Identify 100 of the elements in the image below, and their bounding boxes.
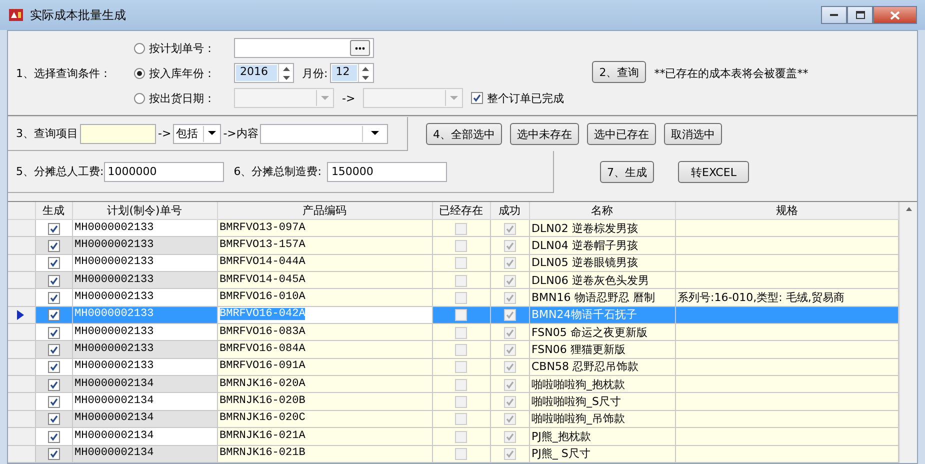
table-cell: BMRFVO16-010A (217, 288, 432, 306)
select-button[interactable]: 选中未存在 (510, 123, 579, 145)
checkbox[interactable] (455, 413, 467, 426)
overhead-cost-field[interactable]: 150000 (327, 162, 448, 182)
checkbox[interactable] (455, 309, 467, 322)
maximize-button[interactable] (847, 6, 873, 24)
checkbox[interactable] (455, 448, 467, 460)
checkbox[interactable] (455, 361, 467, 374)
start-date-dropdown[interactable] (234, 88, 334, 108)
radio-option[interactable]: 按计划单号： (134, 40, 234, 56)
table-cell: 啪啦啪啦狗_S尺寸 (529, 392, 675, 410)
table-cell: BMRNJK16-021A (217, 428, 432, 446)
checkbox[interactable] (48, 396, 60, 408)
checkbox[interactable] (48, 413, 60, 426)
content-dropdown[interactable] (260, 124, 388, 144)
month-spinner[interactable]: 12 (330, 63, 374, 83)
close-icon (890, 10, 900, 20)
checkbox[interactable] (48, 240, 60, 252)
checkbox[interactable] (48, 257, 60, 270)
checkbox[interactable] (504, 344, 516, 356)
table-cell: BMRFVO14-045A (217, 271, 432, 289)
checkbox[interactable] (48, 344, 60, 356)
close-button[interactable] (873, 6, 917, 24)
radio-dot[interactable] (134, 68, 145, 78)
checkbox[interactable] (48, 274, 60, 287)
column-header[interactable]: 计划(制令)单号 (72, 202, 217, 220)
column-header[interactable]: 产品编码 (217, 202, 432, 220)
checkbox[interactable] (504, 240, 516, 252)
checkbox[interactable] (504, 378, 516, 391)
minimize-button[interactable] (821, 6, 847, 24)
app-icon (8, 7, 24, 23)
plan-number-field[interactable] (234, 38, 374, 58)
ellipsis-icon (355, 46, 365, 50)
checkbox[interactable] (504, 413, 516, 426)
table-cell: MH0000002133 (72, 288, 217, 306)
checkbox[interactable] (504, 430, 516, 443)
checkbox[interactable] (504, 257, 516, 270)
checkbox[interactable] (48, 378, 60, 391)
checkbox[interactable] (471, 92, 484, 104)
checkbox[interactable] (48, 448, 60, 460)
select-button[interactable]: 取消选中 (664, 123, 722, 145)
radio-option[interactable]: 按入库年份： (134, 66, 234, 80)
spin-down-icon[interactable] (362, 76, 370, 80)
radio-dot[interactable] (134, 92, 145, 104)
radio-dot[interactable] (134, 42, 145, 54)
query-item-field[interactable] (80, 124, 156, 144)
radio-option[interactable]: 按出货日期： (134, 90, 234, 106)
table-cell: BMRNJK16-020A (217, 376, 432, 393)
select-button[interactable]: 4、全部选中 (426, 123, 502, 145)
query-item-label: 3、查询项目 (16, 126, 78, 141)
end-date-dropdown[interactable] (363, 88, 464, 108)
spin-down-icon[interactable] (282, 76, 290, 80)
table-cell: BMRFVO16-091A (217, 358, 432, 376)
checkbox[interactable] (455, 396, 467, 408)
checkbox[interactable] (455, 274, 467, 287)
checkbox[interactable] (48, 222, 60, 235)
export-excel-button[interactable]: 转EXCEL (678, 161, 750, 183)
spin-up-icon[interactable] (362, 66, 370, 70)
checkbox[interactable] (504, 396, 516, 408)
checkbox[interactable] (504, 326, 516, 339)
checkbox[interactable] (504, 309, 516, 322)
column-header[interactable]: 成功 (490, 202, 529, 220)
column-header[interactable]: 规格 (675, 202, 899, 220)
table-cell: DLN02 逆卷棕发男孩 (529, 219, 675, 237)
spin-up-icon[interactable] (282, 66, 290, 70)
checkbox[interactable] (48, 326, 60, 339)
order-complete-checkbox[interactable]: 整个订单已完成 (471, 90, 564, 106)
checkbox[interactable] (48, 292, 60, 304)
checkbox[interactable] (455, 378, 467, 391)
table-cell: BMN24物语千石抚子 (529, 306, 675, 324)
column-header[interactable]: 已经存在 (432, 202, 490, 220)
checkbox[interactable] (455, 257, 467, 270)
column-header[interactable]: 生成 (35, 202, 72, 220)
query-button[interactable]: 2、查询 (592, 61, 646, 83)
operator-dropdown[interactable]: 包括 (173, 124, 222, 144)
checkbox[interactable] (48, 361, 60, 374)
row-header[interactable] (8, 306, 35, 324)
generate-button[interactable]: 7、生成 (600, 161, 654, 183)
scrollbar[interactable] (899, 202, 917, 463)
checkbox[interactable] (504, 274, 516, 287)
browse-button[interactable] (350, 40, 370, 56)
column-header[interactable]: 名称 (529, 202, 675, 220)
table-cell: BMRNJK16-020B (217, 392, 432, 410)
checkbox[interactable] (48, 309, 60, 322)
checkbox[interactable] (504, 448, 516, 460)
select-button[interactable]: 选中已存在 (587, 123, 656, 145)
checkbox[interactable] (455, 326, 467, 339)
checkbox[interactable] (455, 240, 467, 252)
checkbox[interactable] (455, 344, 467, 356)
checkbox[interactable] (455, 222, 467, 235)
checkbox[interactable] (504, 222, 516, 235)
checkbox[interactable] (455, 292, 467, 304)
year-spinner[interactable]: 2016 (234, 63, 294, 83)
table-cell: MH0000002134 (72, 445, 217, 462)
checkbox[interactable] (504, 361, 516, 374)
checkbox[interactable] (504, 292, 516, 304)
checkbox[interactable] (455, 430, 467, 443)
labor-cost-field[interactable]: 1000000 (104, 162, 224, 182)
maximize-icon (856, 11, 864, 19)
checkbox[interactable] (48, 430, 60, 443)
